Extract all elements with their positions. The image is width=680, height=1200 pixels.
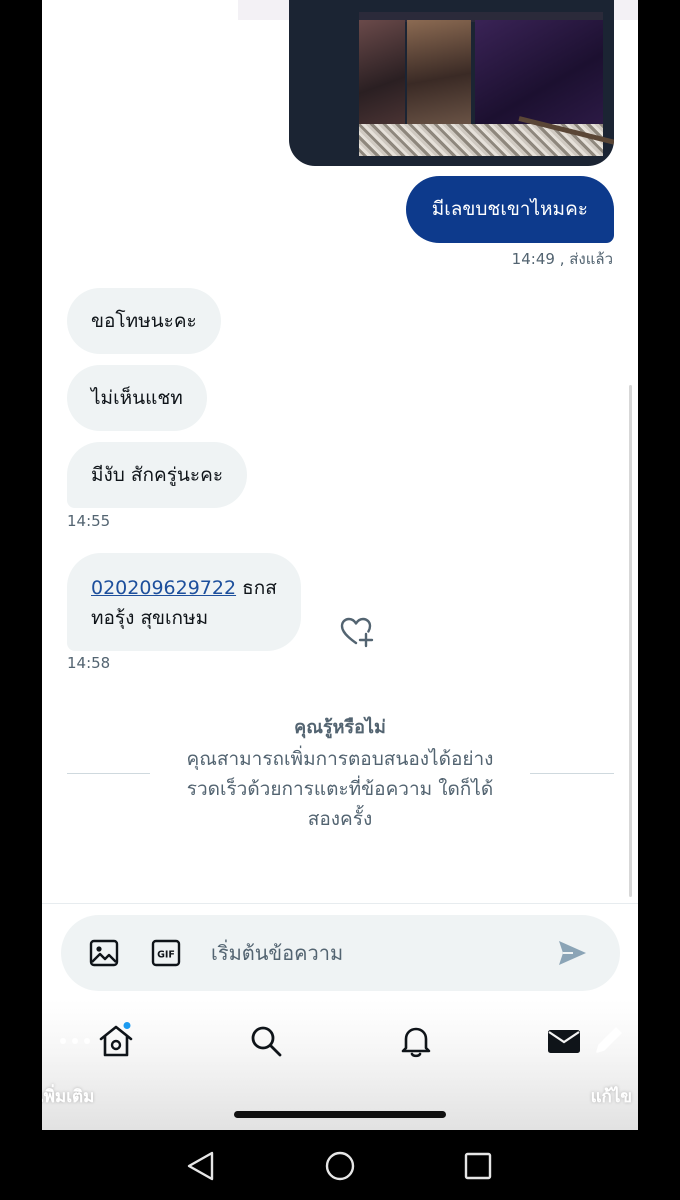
message-input[interactable] — [211, 931, 531, 975]
sent-status: 14:49 , ส่งแล้ว — [512, 247, 613, 271]
home-icon[interactable] — [97, 1022, 135, 1060]
did-you-know-line: สองครั้ง — [307, 808, 373, 830]
sent-time: 14:49 — [511, 250, 555, 268]
recent-apps-icon[interactable] — [460, 1148, 496, 1184]
account-message-bubble[interactable]: 020209629722 ธกส ทอรุ้ง สุขเกษม — [67, 553, 301, 651]
back-icon[interactable] — [183, 1148, 219, 1184]
did-you-know-line: คุณสามารถเพิ่มการตอบสนองได้อย่าง — [186, 748, 494, 770]
image-message[interactable] — [289, 0, 614, 166]
did-you-know-line: รวดเร็วด้วยการแตะที่ข้อความ ใดก็ได้ — [186, 778, 494, 800]
gif-icon[interactable]: GIF — [150, 937, 182, 969]
message-composer: GIF — [61, 915, 620, 991]
incoming-timestamp: 14:55 — [67, 512, 111, 530]
photo-book-1 — [359, 20, 405, 126]
outgoing-message-text: มีเลขบชเขาไหมคะ — [431, 198, 588, 220]
sent-label: , ส่งแล้ว — [559, 250, 613, 268]
compose-pencil-icon[interactable] — [589, 1022, 627, 1060]
did-you-know-title: คุณรู้หรือไม่ — [294, 717, 386, 738]
image-icon[interactable] — [88, 937, 120, 969]
incoming-message-text: ไม่เห็นแชท — [91, 387, 183, 409]
incoming-message-text: ขอโทษนะคะ — [91, 310, 197, 332]
svg-text:GIF: GIF — [157, 950, 175, 961]
photo-book-3 — [475, 20, 603, 126]
mail-icon[interactable] — [545, 1022, 583, 1060]
account-number-link[interactable]: 020209629722 — [91, 577, 236, 599]
incoming-message-text: มีงับ สักครู่นะคะ — [91, 464, 224, 486]
divider-left — [67, 773, 153, 774]
add-reaction-heart-icon[interactable] — [340, 616, 374, 648]
incoming-message-bubble[interactable]: ขอโทษนะคะ — [67, 288, 221, 354]
incoming-timestamp: 14:58 — [67, 654, 111, 672]
account-name: ทอรุ้ง สุขเกษม — [91, 607, 209, 629]
dm-conversation-screen: มีเลขบชเขาไหมคะ 14:49 , ส่งแล้ว ขอโทษนะค… — [42, 0, 638, 1130]
bank-name: ธกส — [236, 577, 277, 599]
send-icon[interactable] — [555, 937, 589, 969]
bell-icon[interactable] — [397, 1022, 435, 1060]
more-label[interactable]: เพิ่มเติม — [42, 1083, 94, 1110]
scrollbar-thumb[interactable] — [629, 385, 632, 897]
outgoing-message-bubble[interactable]: มีเลขบชเขาไหมคะ — [405, 176, 614, 243]
divider-right — [528, 773, 614, 774]
composer-divider — [42, 903, 638, 904]
account-line: 020209629722 ธกส — [91, 573, 277, 603]
incoming-message-bubble[interactable]: ไม่เห็นแชท — [67, 365, 207, 431]
photo-book-2 — [407, 20, 471, 126]
more-dots-icon[interactable] — [56, 1028, 94, 1054]
edit-label[interactable]: แก้ไข — [591, 1083, 632, 1110]
bottom-nav: เพิ่มเติม แก้ไข — [42, 1000, 638, 1130]
did-you-know-body: คุณสามารถเพิ่มการตอบสนองได้อย่าง รวดเร็ว… — [150, 744, 530, 834]
search-icon[interactable] — [247, 1022, 285, 1060]
android-nav-bar — [0, 1130, 680, 1200]
home-indicator[interactable] — [234, 1111, 446, 1118]
home-circle-icon[interactable] — [322, 1148, 358, 1184]
incoming-message-bubble[interactable]: มีงับ สักครู่นะคะ — [67, 442, 248, 508]
